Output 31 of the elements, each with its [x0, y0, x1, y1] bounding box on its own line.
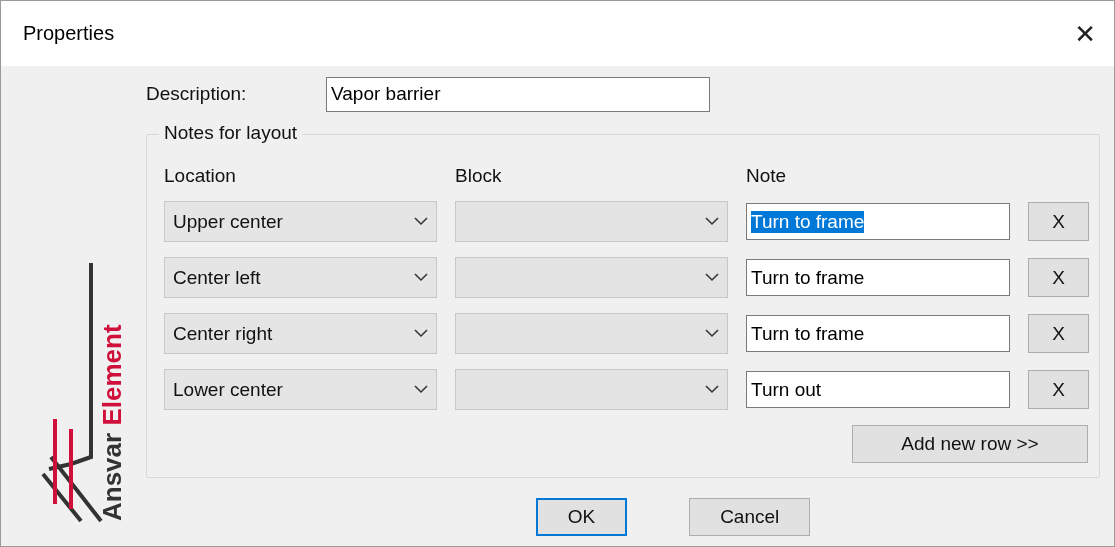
ok-button[interactable]: OK — [535, 498, 628, 536]
column-header: Note — [746, 165, 788, 187]
note-field[interactable]: Turn to frame — [746, 315, 1010, 352]
add-row-button[interactable]: Add new row >> — [852, 425, 1088, 463]
chevron-down-icon — [705, 217, 719, 226]
chevron-down-icon — [705, 273, 719, 282]
chevron-down-icon — [414, 385, 428, 394]
location-dropdown[interactable]: Center right — [164, 313, 437, 354]
remove-row-button[interactable]: X — [1028, 258, 1089, 297]
chevron-down-icon — [414, 217, 428, 226]
window-title: Properties — [23, 22, 115, 45]
logo-drawing: Ansvar Element — [41, 259, 127, 524]
note-field[interactable]: Turn to frame — [746, 259, 1010, 296]
description-label: Description: — [146, 83, 248, 105]
remove-row-button[interactable]: X — [1028, 370, 1089, 409]
column-header: Location — [164, 165, 237, 187]
location-dropdown[interactable]: Upper center — [164, 201, 437, 242]
cancel-button[interactable]: Cancel — [689, 498, 811, 536]
chevron-down-icon — [705, 385, 719, 394]
location-dropdown[interactable]: Lower center — [164, 369, 437, 410]
note-field[interactable]: Turn to frame — [746, 203, 1010, 240]
remove-row-button[interactable]: X — [1028, 202, 1089, 241]
chevron-down-icon — [705, 329, 719, 338]
column-header: Block — [455, 165, 503, 187]
description-field[interactable]: Vapor barrier — [326, 76, 710, 112]
chevron-down-icon — [414, 273, 428, 282]
remove-row-button[interactable]: X — [1028, 314, 1089, 353]
location-dropdown[interactable]: Center left — [164, 257, 437, 298]
chevron-down-icon — [414, 329, 428, 338]
close-button[interactable]: ✕ — [1068, 18, 1102, 49]
note-field[interactable]: Turn out — [746, 371, 1010, 408]
